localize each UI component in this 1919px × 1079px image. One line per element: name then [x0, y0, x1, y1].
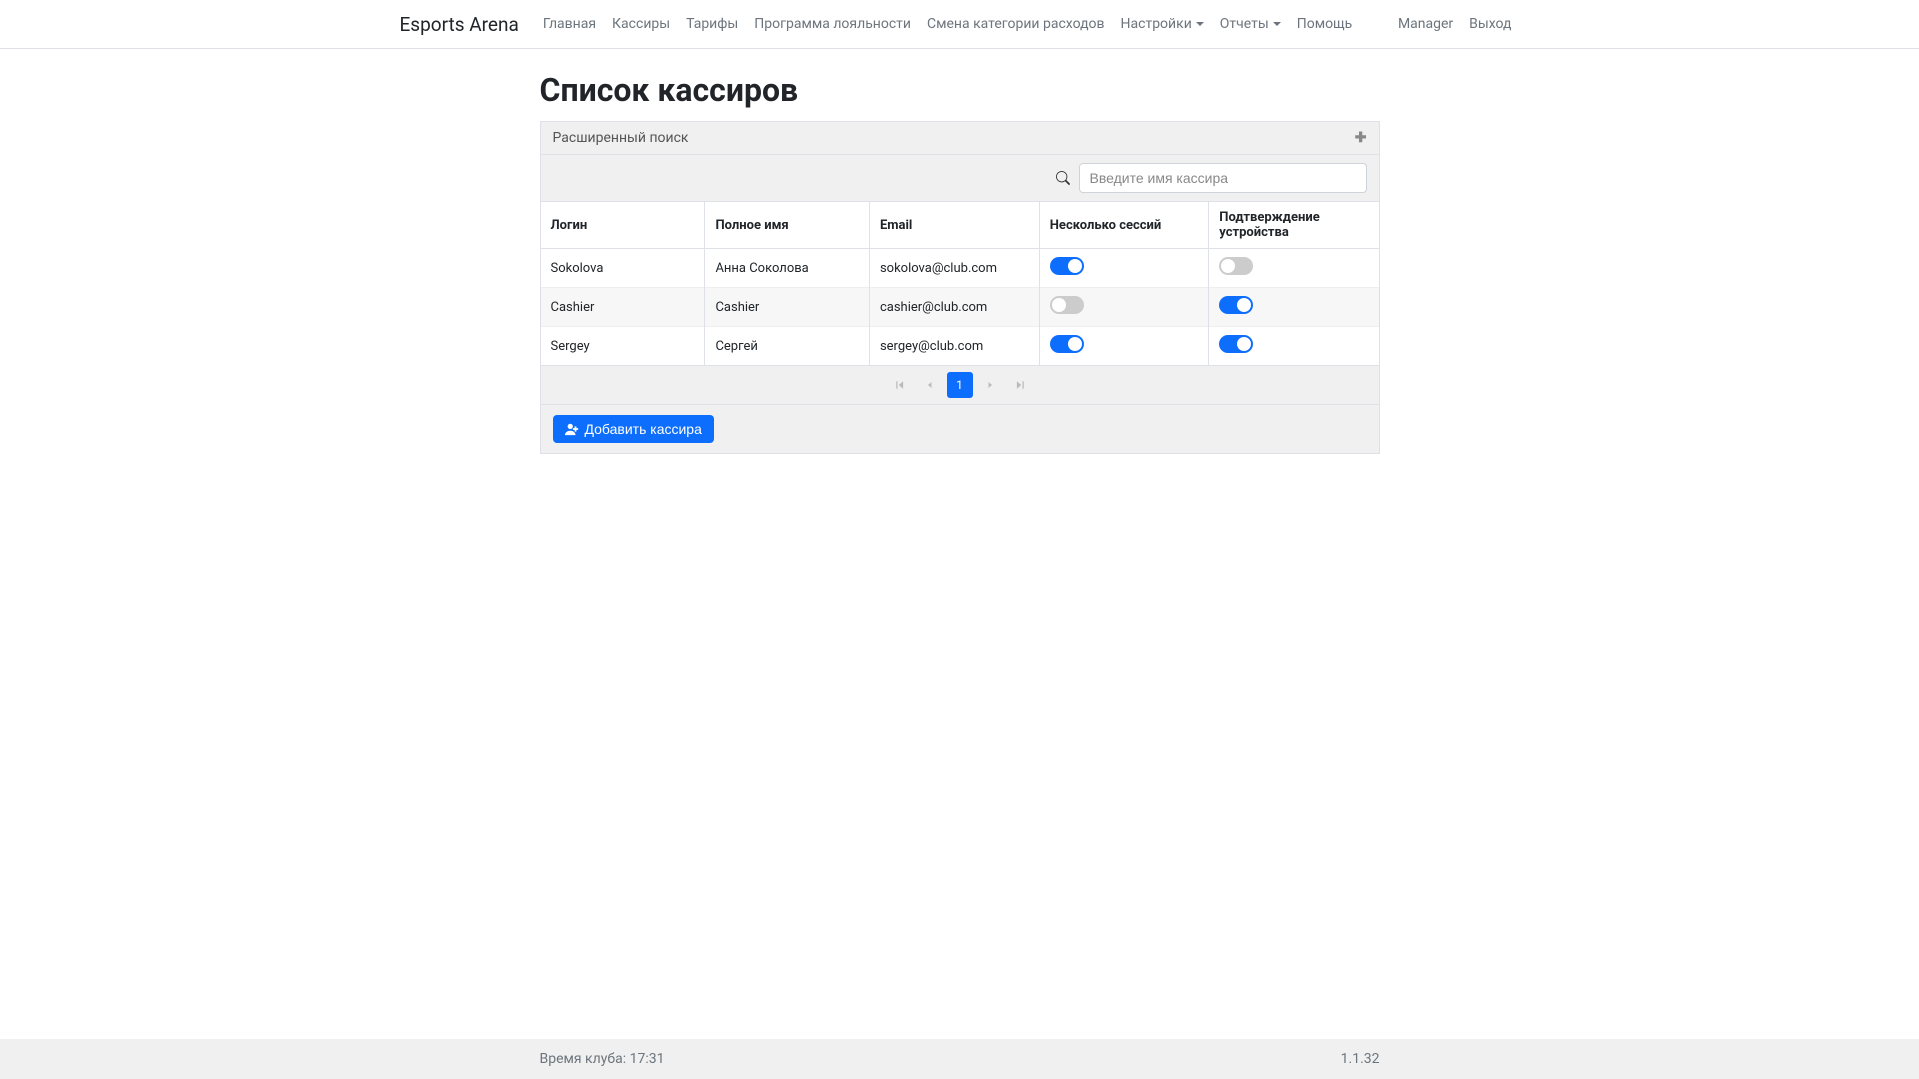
- table-row: SokolovaАнна Соколоваsokolova@club.com: [541, 249, 1379, 288]
- page-prev[interactable]: [917, 372, 943, 398]
- cell-login: Cashier: [541, 288, 705, 327]
- search-icon: [1053, 168, 1073, 188]
- cell-confirm: [1209, 249, 1379, 288]
- th-confirm[interactable]: Подтверждение устройства: [1209, 202, 1379, 249]
- club-time: Время клуба: 17:31: [540, 1051, 665, 1067]
- nav-reports-label: Отчеты: [1220, 16, 1269, 32]
- cell-name: Анна Соколова: [705, 249, 870, 288]
- nav-manager[interactable]: Manager: [1390, 8, 1461, 40]
- version: 1.1.32: [1341, 1051, 1380, 1067]
- nav-reports[interactable]: Отчеты: [1212, 8, 1289, 40]
- nav-logout[interactable]: Выход: [1461, 8, 1519, 40]
- cell-login: Sergey: [541, 327, 705, 366]
- footer: Время клуба: 17:31 1.1.32: [0, 1039, 1919, 1079]
- nav-cashiers[interactable]: Кассиры: [604, 8, 678, 40]
- search-input[interactable]: [1079, 163, 1367, 193]
- navbar: Esports Arena Главная Кассиры Тарифы Про…: [0, 0, 1919, 49]
- advanced-search-label: Расширенный поиск: [553, 130, 689, 146]
- th-email[interactable]: Email: [869, 202, 1039, 249]
- nav-right: Manager Выход: [1390, 8, 1520, 40]
- cell-sessions: [1039, 288, 1209, 327]
- nav-loyalty[interactable]: Программа лояльности: [746, 8, 919, 40]
- cell-email: cashier@club.com: [869, 288, 1039, 327]
- add-cashier-button[interactable]: Добавить кассира: [553, 415, 714, 443]
- table-row: SergeyСергейsergey@club.com: [541, 327, 1379, 366]
- cashiers-panel: Расширенный поиск ✚ Логин Полное имя Ema…: [540, 121, 1380, 454]
- brand[interactable]: Esports Arena: [400, 13, 519, 36]
- cell-email: sokolova@club.com: [869, 249, 1039, 288]
- page-first[interactable]: [887, 372, 913, 398]
- page-last[interactable]: [1007, 372, 1033, 398]
- chevron-down-icon: [1273, 22, 1281, 26]
- nav-expense-category[interactable]: Смена категории расходов: [919, 8, 1113, 40]
- cell-login: Sokolova: [541, 249, 705, 288]
- toggle-confirm[interactable]: [1219, 296, 1253, 314]
- cell-name: Cashier: [705, 288, 870, 327]
- nav-settings-label: Настройки: [1121, 16, 1192, 32]
- th-name[interactable]: Полное имя: [705, 202, 870, 249]
- nav-tariffs[interactable]: Тарифы: [678, 8, 746, 40]
- th-sessions[interactable]: Несколько сессий: [1039, 202, 1209, 249]
- advanced-search-toggle[interactable]: Расширенный поиск ✚: [541, 122, 1379, 155]
- toggle-sessions[interactable]: [1050, 296, 1084, 314]
- nav-settings[interactable]: Настройки: [1113, 8, 1212, 40]
- toggle-sessions[interactable]: [1050, 335, 1084, 353]
- add-cashier-label: Добавить кассира: [585, 421, 702, 437]
- toggle-sessions[interactable]: [1050, 257, 1084, 275]
- th-login[interactable]: Логин: [541, 202, 705, 249]
- cashiers-table: Логин Полное имя Email Несколько сессий …: [541, 202, 1379, 366]
- panel-footer: Добавить кассира: [541, 405, 1379, 453]
- page-next[interactable]: [977, 372, 1003, 398]
- nav-help[interactable]: Помощь: [1289, 8, 1361, 40]
- nav-home[interactable]: Главная: [535, 8, 604, 40]
- cell-sessions: [1039, 327, 1209, 366]
- cell-confirm: [1209, 327, 1379, 366]
- search-row: [541, 155, 1379, 202]
- page-title: Список кассиров: [540, 71, 1380, 109]
- table-row: CashierCashiercashier@club.com: [541, 288, 1379, 327]
- userplus-icon: [565, 422, 579, 436]
- page-current[interactable]: 1: [947, 372, 973, 398]
- cell-email: sergey@club.com: [869, 327, 1039, 366]
- main-container: Список кассиров Расширенный поиск ✚ Логи…: [540, 49, 1380, 514]
- nav-left: Главная Кассиры Тарифы Программа лояльно…: [535, 8, 1360, 40]
- cell-confirm: [1209, 288, 1379, 327]
- chevron-down-icon: [1196, 22, 1204, 26]
- toggle-confirm[interactable]: [1219, 335, 1253, 353]
- toggle-confirm[interactable]: [1219, 257, 1253, 275]
- cell-sessions: [1039, 249, 1209, 288]
- plus-icon: ✚: [1355, 130, 1367, 146]
- pagination: 1: [541, 366, 1379, 405]
- cell-name: Сергей: [705, 327, 870, 366]
